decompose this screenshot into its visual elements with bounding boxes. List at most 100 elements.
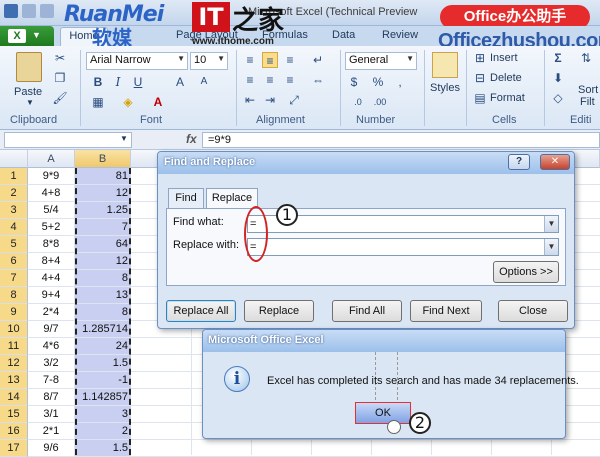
row-header[interactable]: 13 <box>0 372 28 389</box>
delete-label[interactable]: Delete <box>490 72 522 84</box>
font-color-icon[interactable]: A <box>150 94 166 110</box>
cell-a[interactable]: 8/7 <box>28 389 75 406</box>
column-header-a[interactable]: A <box>28 150 75 168</box>
insert-icon[interactable]: ⊞ <box>472 50 488 66</box>
increase-decimal-icon[interactable]: .0 <box>350 94 366 110</box>
ok-button[interactable]: OK <box>355 402 411 424</box>
font-name-combo[interactable]: Arial Narrow ▼ <box>86 52 188 70</box>
styles-label[interactable]: Styles <box>430 82 460 94</box>
cell-a[interactable]: 4+8 <box>28 185 75 202</box>
formula-input[interactable]: =9*9 <box>202 132 600 148</box>
replace-button[interactable]: Replace <box>244 300 314 322</box>
row-header[interactable]: 15 <box>0 406 28 423</box>
format-painter-icon[interactable]: 🖌 <box>52 90 68 106</box>
autosum-icon[interactable]: Σ <box>550 50 566 66</box>
row-header[interactable]: 14 <box>0 389 28 406</box>
close-button[interactable]: Close <box>498 300 568 322</box>
font-size-combo[interactable]: 10 ▼ <box>190 52 228 70</box>
row-header[interactable]: 11 <box>0 338 28 355</box>
message-box-title-bar[interactable]: Microsoft Office Excel <box>203 330 565 352</box>
cell-b[interactable]: 24 <box>75 338 131 355</box>
row-header[interactable]: 17 <box>0 440 28 457</box>
cell-a[interactable]: 5+2 <box>28 219 75 236</box>
paste-icon[interactable] <box>16 52 42 82</box>
insert-function-icon[interactable]: fx <box>186 132 197 146</box>
orientation-icon[interactable]: ⤢ <box>286 92 302 108</box>
help-button[interactable]: ? <box>508 154 530 170</box>
align-right-icon[interactable]: ≡ <box>282 72 298 88</box>
format-icon[interactable]: ▤ <box>472 90 488 106</box>
row-header[interactable]: 6 <box>0 253 28 270</box>
tab-replace[interactable]: Replace <box>206 188 258 209</box>
tab-data[interactable]: Data <box>332 29 355 41</box>
cell-a[interactable]: 8*8 <box>28 236 75 253</box>
row-header[interactable]: 16 <box>0 423 28 440</box>
tab-review[interactable]: Review <box>382 29 418 41</box>
align-bottom-icon[interactable]: ≡ <box>282 52 298 68</box>
comma-icon[interactable]: , <box>392 74 408 90</box>
select-all-corner[interactable] <box>0 150 28 168</box>
cell-a[interactable]: 2*4 <box>28 304 75 321</box>
dialog-title-bar[interactable]: Find and Replace ? ✕ <box>158 152 574 174</box>
find-all-button[interactable]: Find All <box>332 300 402 322</box>
find-next-button[interactable]: Find Next <box>410 300 482 322</box>
cell-b[interactable]: 3 <box>75 406 131 423</box>
increase-indent-icon[interactable]: ⇥ <box>262 92 278 108</box>
cell-b[interactable]: 8 <box>75 304 131 321</box>
cell-b[interactable]: 1.5 <box>75 355 131 372</box>
row-header[interactable]: 10 <box>0 321 28 338</box>
cell-a[interactable]: 5/4 <box>28 202 75 219</box>
decrease-indent-icon[interactable]: ⇤ <box>242 92 258 108</box>
increase-font-icon[interactable]: A <box>172 74 188 90</box>
cell-b[interactable]: 13 <box>75 287 131 304</box>
cell-b[interactable]: 1.25 <box>75 202 131 219</box>
cell-a[interactable]: 9/7 <box>28 321 75 338</box>
save-icon[interactable] <box>22 4 36 18</box>
align-center-icon[interactable]: ≡ <box>262 72 278 88</box>
styles-icon[interactable] <box>432 52 458 78</box>
paste-label[interactable]: Paste <box>14 86 42 98</box>
cell-b[interactable]: 1.285714 <box>75 321 131 338</box>
clear-icon[interactable]: ◇ <box>550 90 566 106</box>
underline-icon[interactable]: U <box>130 74 146 90</box>
borders-icon[interactable]: ▦ <box>90 94 106 110</box>
replace-all-button[interactable]: Replace All <box>166 300 236 322</box>
sort-label[interactable]: Sort <box>578 84 598 96</box>
paste-chevron-icon[interactable]: ▼ <box>26 98 34 107</box>
undo-icon[interactable] <box>40 4 54 18</box>
cell-a[interactable]: 4*6 <box>28 338 75 355</box>
number-format-combo[interactable]: General ▼ <box>345 52 417 70</box>
row-header[interactable]: 8 <box>0 287 28 304</box>
align-middle-icon[interactable]: ≡ <box>262 52 278 68</box>
cell-b[interactable]: 81 <box>75 168 131 185</box>
row-header[interactable]: 4 <box>0 219 28 236</box>
dialog-close-button[interactable]: ✕ <box>540 154 570 170</box>
cell-b[interactable]: 1.142857 <box>75 389 131 406</box>
cell-b[interactable]: 12 <box>75 185 131 202</box>
excel-app-icon[interactable] <box>4 4 18 18</box>
row-header[interactable]: 5 <box>0 236 28 253</box>
chevron-down-icon[interactable]: ▼ <box>120 134 128 143</box>
format-label[interactable]: Format <box>490 92 525 104</box>
row-header[interactable]: 1 <box>0 168 28 185</box>
tab-find[interactable]: Find <box>168 188 204 208</box>
currency-icon[interactable]: $ <box>346 74 362 90</box>
decrease-font-icon[interactable]: A <box>196 74 212 90</box>
replace-with-input[interactable]: = ▼ <box>247 238 559 256</box>
cell-a[interactable]: 9*9 <box>28 168 75 185</box>
cell-a[interactable]: 8+4 <box>28 253 75 270</box>
cell-a[interactable]: 9+4 <box>28 287 75 304</box>
cell-a[interactable]: 4+4 <box>28 270 75 287</box>
options-button[interactable]: Options >> <box>493 261 559 283</box>
italic-icon[interactable]: I <box>110 74 126 90</box>
column-header-b[interactable]: B <box>75 150 131 168</box>
fill-color-icon[interactable]: ◈ <box>120 94 136 110</box>
align-left-icon[interactable]: ≡ <box>242 72 258 88</box>
cell-b[interactable]: 8 <box>75 270 131 287</box>
cell-a[interactable]: 7-8 <box>28 372 75 389</box>
merge-cells-icon[interactable]: ⇔ <box>310 72 326 88</box>
row-header[interactable]: 7 <box>0 270 28 287</box>
cell-b[interactable]: 7 <box>75 219 131 236</box>
cell-a[interactable]: 3/2 <box>28 355 75 372</box>
cell-a[interactable]: 9/6 <box>28 440 75 457</box>
